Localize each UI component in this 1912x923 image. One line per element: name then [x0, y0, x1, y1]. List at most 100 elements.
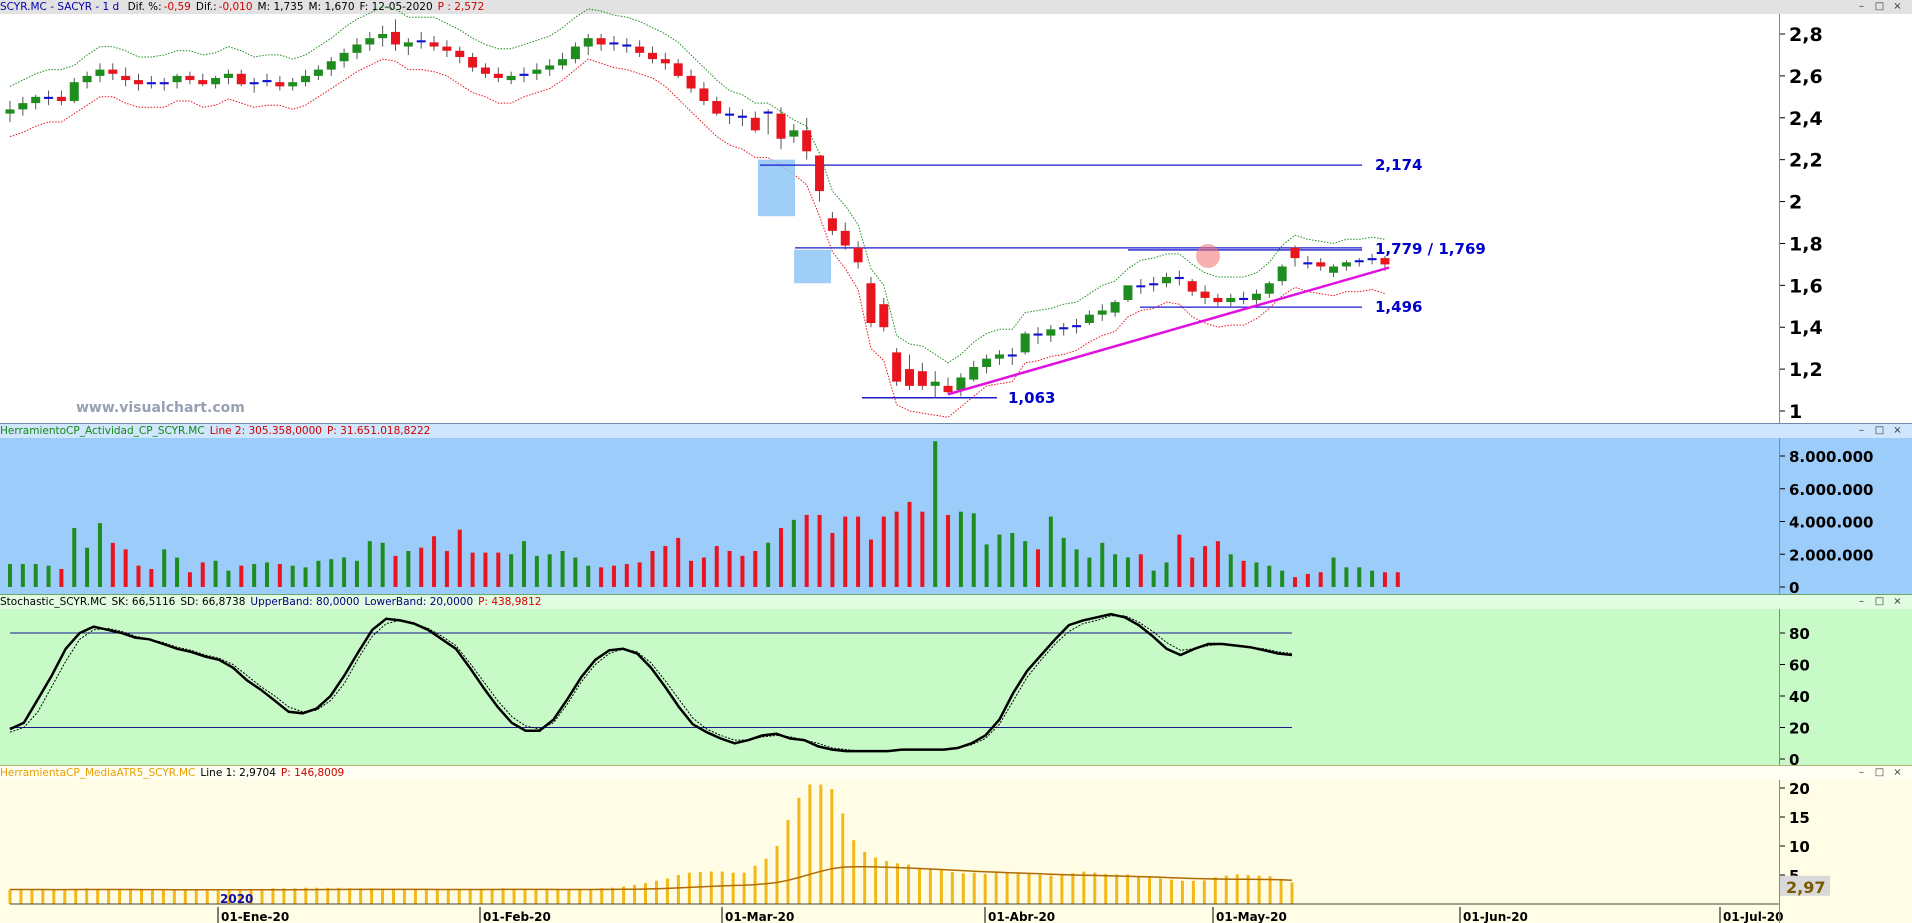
atr-bar: [392, 888, 396, 904]
candle-body: [1084, 314, 1094, 324]
candle-body: [648, 52, 657, 60]
candle-body: [635, 46, 645, 53]
volume-bar: [1074, 549, 1079, 587]
atr-bar: [370, 888, 374, 904]
atr-bar: [1060, 875, 1064, 904]
atr-bar: [435, 889, 439, 904]
volume-bar: [239, 565, 244, 587]
activity-pane[interactable]: HerramientoCP_Actividad_CP_SCYR.MC Line 2…: [0, 423, 1912, 594]
volume-bar: [586, 565, 591, 587]
atr-bar: [1279, 880, 1283, 904]
candle-body: [249, 82, 259, 85]
atr-bar: [1049, 875, 1053, 904]
candle-body: [95, 69, 105, 76]
candle-body: [763, 111, 773, 114]
atr-average-line: [10, 865, 1293, 891]
activity-chart[interactable]: 0 2.000.000 4.000.000 6.000.000 8.000.000: [0, 424, 1912, 594]
volume-bar: [1010, 532, 1015, 587]
date-tick-label: 01-Ene-20: [221, 910, 289, 923]
atr-bar: [633, 884, 637, 904]
volume-bar: [791, 519, 796, 587]
candle-body: [339, 52, 349, 62]
volume-bar: [33, 564, 38, 587]
price-chart[interactable]: 2,174 1,779 / 1,769 1,496 1,063 www.visualch…: [0, 0, 1912, 423]
price-tick-label: 2: [1789, 192, 1802, 214]
candle-body: [159, 82, 169, 85]
atr-bar: [85, 888, 89, 904]
atr-bar: [676, 875, 680, 904]
atr-bar: [775, 846, 779, 904]
atr-bar: [644, 883, 648, 904]
atr-bar: [457, 888, 461, 904]
volume-bar: [907, 501, 912, 587]
date-tick-label: 01-Mar-20: [725, 910, 794, 923]
volume-bar: [1036, 549, 1040, 587]
atr-bar: [928, 869, 932, 904]
activity-axis-separator: [1779, 438, 1780, 594]
atr-bar: [1290, 882, 1294, 904]
watermark: www.visualchart.com: [76, 400, 245, 416]
candle-body: [1059, 327, 1069, 330]
candle-body: [519, 73, 529, 76]
volume-bar: [573, 557, 578, 587]
volume-bar: [933, 441, 938, 587]
atr-bar: [523, 888, 527, 904]
candle-body: [1046, 329, 1056, 336]
volume-bar: [200, 562, 205, 587]
volume-bar: [342, 557, 347, 587]
volume-bar: [252, 564, 257, 587]
volume-bar: [599, 567, 604, 587]
volume-bar: [8, 564, 12, 587]
volume-bar: [727, 550, 732, 587]
atr-bar: [118, 889, 122, 904]
candle-body: [1277, 266, 1287, 282]
volume-bar: [881, 516, 886, 587]
candle-body: [1226, 297, 1236, 303]
atr-bar: [490, 888, 494, 904]
volume-bar: [457, 529, 462, 587]
volume-bar: [868, 539, 873, 587]
highlight-marker: [1196, 244, 1220, 269]
last-value-label: 2,97: [1786, 878, 1825, 897]
atr-bar: [8, 889, 12, 904]
candle-body: [570, 46, 580, 60]
price-tick-label: 2,2: [1789, 150, 1823, 172]
stochastic-pane[interactable]: Stochastic_SCYR.MC SK: 66,5116 SD: 66,8738…: [0, 594, 1912, 765]
atr-bar: [479, 888, 483, 904]
level-label-2174: 2,174: [1375, 156, 1422, 174]
volume-bar: [406, 550, 411, 587]
atr-bar: [863, 851, 867, 904]
stochastic-chart[interactable]: 0 20 40 60 80: [0, 595, 1912, 765]
candle-body: [468, 57, 478, 68]
volume-bar: [226, 570, 231, 587]
atr-bar: [413, 889, 417, 904]
volume-bar: [1357, 567, 1362, 587]
candle-body: [1187, 281, 1197, 292]
candle-body: [1097, 310, 1107, 315]
atr-bar: [852, 840, 856, 904]
volume-bar: [946, 514, 951, 587]
stochastic-tick-label: 60: [1789, 657, 1810, 675]
candle-body: [236, 73, 246, 85]
candle-body: [1007, 354, 1017, 357]
candle-body: [108, 69, 118, 74]
volume-bar: [110, 542, 115, 587]
atr-bar: [764, 858, 768, 904]
volume-bar: [175, 557, 180, 587]
level-label-1779: 1,779 / 1,769: [1375, 240, 1486, 258]
price-pane[interactable]: SCYR.MC - SACYR - 1 d Dif. %: -0,59 Dif.: -…: [0, 0, 1912, 423]
candle-body: [429, 42, 439, 47]
atr-bar: [1016, 872, 1020, 904]
candle-body: [725, 113, 735, 116]
candle-body: [301, 75, 311, 83]
volume-bar: [162, 549, 167, 587]
atr-bar: [654, 880, 658, 904]
volume-bar: [971, 513, 976, 587]
atr-chart[interactable]: 202051015202,9701-Ene-2001-Feb-2001-Mar-…: [0, 766, 1912, 923]
candle-body: [1239, 297, 1249, 300]
atr-bar: [501, 888, 505, 904]
activity-tick-label: 0: [1789, 579, 1799, 594]
volume-bar: [187, 572, 192, 587]
atr-pane[interactable]: HerramientaCP_MediaATR5_SCYR.MC Line 1: 2…: [0, 765, 1912, 923]
candle-body: [622, 44, 632, 47]
